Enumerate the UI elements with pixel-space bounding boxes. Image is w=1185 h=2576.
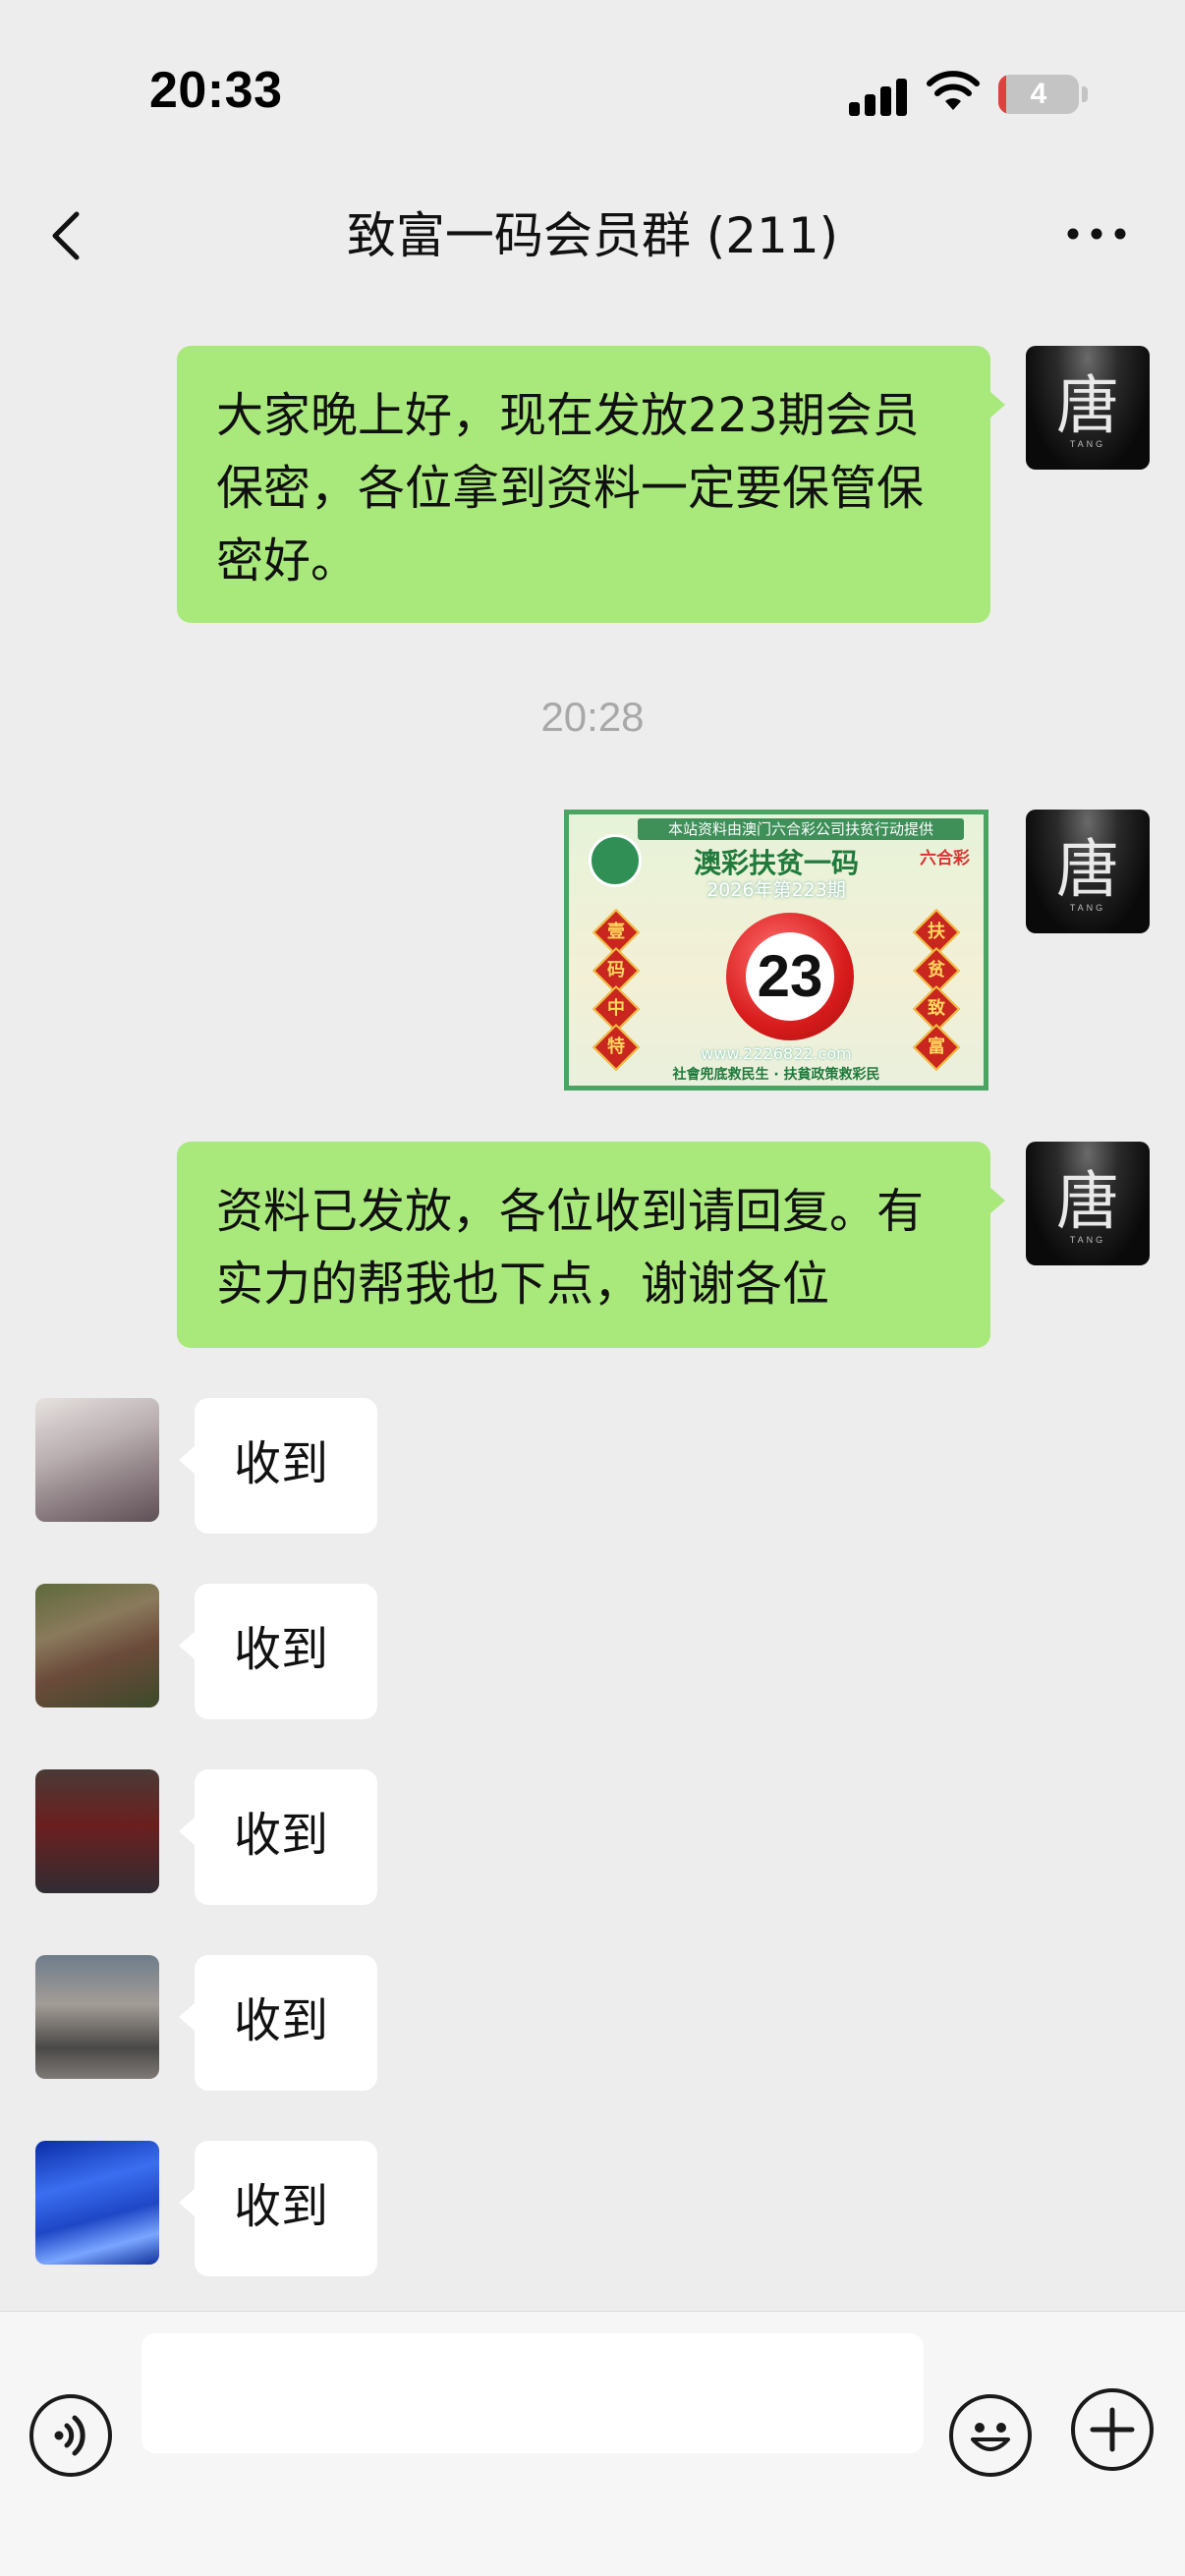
avatar[interactable]: 唐 TANG [1026,810,1150,933]
message-text: 大家晚上好，现在发放223期会员保密，各位拿到资料一定要保管保密好。 [216,388,925,588]
bubble-tail [179,2189,195,2216]
message-bubble[interactable]: 收到 [195,1584,377,1719]
voice-icon [54,2415,85,2456]
message-text: 资料已发放，各位收到请回复。有实力的帮我也下点，谢谢各位 [216,1184,925,1312]
image-period: 2026年第223期 [706,879,846,901]
avatar-text: 唐 [1056,370,1119,443]
lottery-image[interactable]: 本站资料由澳门六合彩公司扶贫行动提供 澳彩扶贫一码 六合彩 2026年第223期… [564,810,988,1091]
voice-button[interactable] [29,2394,112,2477]
avatar[interactable]: 唐 TANG [1026,1142,1150,1265]
battery-level: 4 [1030,78,1047,110]
emoji-button[interactable] [949,2394,1032,2477]
chat-title: 致富一码会员群 (211) [346,207,839,264]
image-header: 本站资料由澳门六合彩公司扶贫行动提供 [638,818,964,840]
lottery-number: 23 [746,932,834,1021]
message-bubble[interactable]: 收到 [195,2141,377,2276]
message-text: 收到 [234,1622,329,1677]
bubble-tail [179,1632,195,1659]
message-text: 收到 [234,1436,329,1491]
bubble-tail [989,391,1005,419]
status-time: 20:33 [149,62,283,119]
message-bubble[interactable]: 资料已发放，各位收到请回复。有实力的帮我也下点，谢谢各位 [177,1142,990,1348]
message-text: 收到 [234,1808,329,1863]
diamond-char: 致 [928,998,945,1019]
avatar[interactable] [35,2141,159,2265]
diamond-char: 贫 [928,960,945,980]
emoji-icon [971,2423,1010,2451]
battery-icon: 4 [998,75,1079,114]
avatar-text: 唐 [1056,834,1119,907]
avatar-sub: TANG [1069,1235,1106,1245]
diamond-char: 码 [607,960,625,980]
message-timestamp: 20:28 [540,694,645,740]
message-text: 收到 [234,1993,329,2048]
message-bubble[interactable]: 收到 [195,1769,377,1905]
cellular-signal-icon [849,77,908,116]
plus-button[interactable] [1071,2388,1154,2471]
diamond-char: 壹 [607,922,625,942]
avatar-text: 唐 [1056,1166,1119,1239]
diamond-char: 扶 [928,922,945,942]
message-bubble[interactable]: 大家晚上好，现在发放223期会员保密，各位拿到资料一定要保管保密好。 [177,346,990,623]
bubble-tail [179,2003,195,2031]
message-bubble[interactable]: 收到 [195,1955,377,2091]
chat-header: 致富一码会员群 (211) [0,177,1185,295]
more-dots-icon [1067,228,1126,240]
message-input[interactable] [141,2333,924,2453]
avatar[interactable]: 唐 TANG [1026,346,1150,470]
plus-icon [1090,2407,1135,2452]
lottery-ball: 23 [726,913,854,1040]
message-bubble[interactable]: 收到 [195,1398,377,1534]
diamond-char: 中 [607,998,625,1019]
image-footer: 社會兜底救民生 · 扶貧政策救彩民 [672,1067,880,1083]
wifi-icon [927,71,980,110]
image-url: www.2226822.com [701,1044,852,1063]
input-bar [0,2311,1185,2576]
status-bar: 20:33 4 [0,0,1185,177]
bubble-tail [989,1187,1005,1214]
bubble-tail [179,1818,195,1845]
lottery-logo: 六合彩 [920,849,970,868]
battery-cap [1082,86,1088,102]
avatar[interactable] [35,1584,159,1708]
more-button[interactable] [1065,214,1128,253]
avatar[interactable] [35,1955,159,2079]
avatar-sub: TANG [1069,439,1106,449]
message-text: 收到 [234,2179,329,2234]
bubble-tail [179,1446,195,1474]
avatar[interactable] [35,1398,159,1522]
avatar-sub: TANG [1069,903,1106,913]
avatar[interactable] [35,1769,159,1893]
